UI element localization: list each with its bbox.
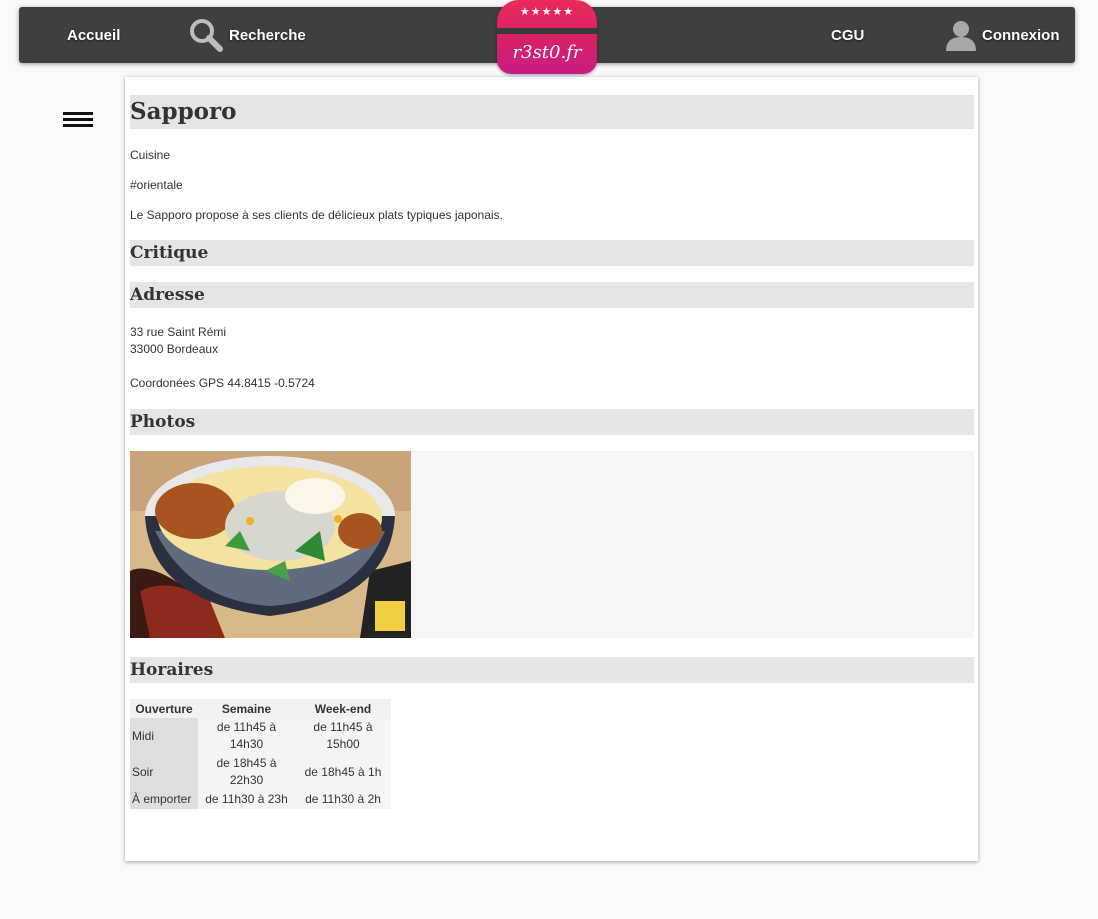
section-horaires-heading: Horaires: [130, 657, 974, 683]
restaurant-photo[interactable]: [130, 451, 411, 638]
table-row: Midi de 11h45 à 14h30 de 11h45 à 15h00: [130, 718, 391, 754]
nav-cgu-link[interactable]: CGU: [831, 7, 864, 63]
nav-search-link[interactable]: Recherche: [187, 7, 306, 63]
hours-header-row: Ouverture Semaine Week-end: [130, 699, 391, 718]
logo-band: [497, 28, 597, 34]
top-navigation-bar: Accueil Recherche ★★★★★ r3st0.fr CGU Con…: [19, 0, 1075, 74]
hamburger-icon[interactable]: [63, 112, 93, 130]
search-icon: [187, 16, 225, 54]
restaurant-card: Sapporo Cuisine #orientale Le Sapporo pr…: [125, 77, 978, 861]
nav-search-label: Recherche: [229, 26, 306, 44]
nav-login-label: Connexion: [982, 26, 1060, 44]
nav-cgu-label: CGU: [831, 26, 865, 44]
hours-cell-weekend: de 11h45 à 15h00: [295, 718, 391, 754]
table-row: À emporter de 11h30 à 23h de 11h30 à 2h: [130, 790, 391, 809]
hours-row-label: Soir: [130, 754, 198, 790]
nav-login-link[interactable]: Connexion: [944, 7, 1060, 63]
hours-table: Ouverture Semaine Week-end Midi de 11h45…: [130, 699, 391, 809]
logo-stars: ★★★★★: [519, 6, 575, 18]
hours-header-weekend: Week-end: [295, 699, 391, 718]
table-row: Soir de 18h45 à 22h30 de 18h45 à 1h: [130, 754, 391, 790]
hamburger-line: [63, 112, 93, 115]
hours-cell-week: de 11h45 à 14h30: [198, 718, 295, 754]
logo-text: r3st0.fr: [512, 42, 582, 63]
hours-cell-weekend: de 18h45 à 1h: [295, 754, 391, 790]
hours-row-label: À emporter: [130, 790, 198, 809]
section-photos-heading: Photos: [130, 409, 974, 435]
user-icon: [944, 18, 978, 52]
nav-home-label: Accueil: [67, 26, 121, 44]
restaurant-description: Le Sapporo propose à ses clients de déli…: [130, 208, 503, 222]
hours-header-opening: Ouverture: [130, 699, 198, 718]
hours-cell-week: de 11h30 à 23h: [198, 790, 295, 809]
cuisine-label: Cuisine: [130, 148, 171, 162]
address-city: 33000 Bordeaux: [130, 342, 219, 356]
hours-header-week: Semaine: [198, 699, 295, 718]
site-logo[interactable]: ★★★★★ r3st0.fr: [497, 0, 597, 74]
photo-gallery: [130, 451, 974, 638]
section-critique-heading: Critique: [130, 240, 974, 266]
hours-row-label: Midi: [130, 718, 198, 754]
nav-home-link[interactable]: Accueil: [67, 7, 120, 63]
section-adresse-heading: Adresse: [130, 282, 974, 308]
cuisine-tag: #orientale: [130, 178, 183, 192]
gps-coordinates: Coordonées GPS 44.8415 -0.5724: [130, 376, 315, 390]
hamburger-line: [63, 118, 93, 121]
restaurant-name: Sapporo: [130, 95, 974, 129]
hamburger-line: [63, 124, 93, 127]
hours-cell-week: de 18h45 à 22h30: [198, 754, 295, 790]
hours-cell-weekend: de 11h30 à 2h: [295, 790, 391, 809]
address-street: 33 rue Saint Rémi: [130, 325, 227, 339]
